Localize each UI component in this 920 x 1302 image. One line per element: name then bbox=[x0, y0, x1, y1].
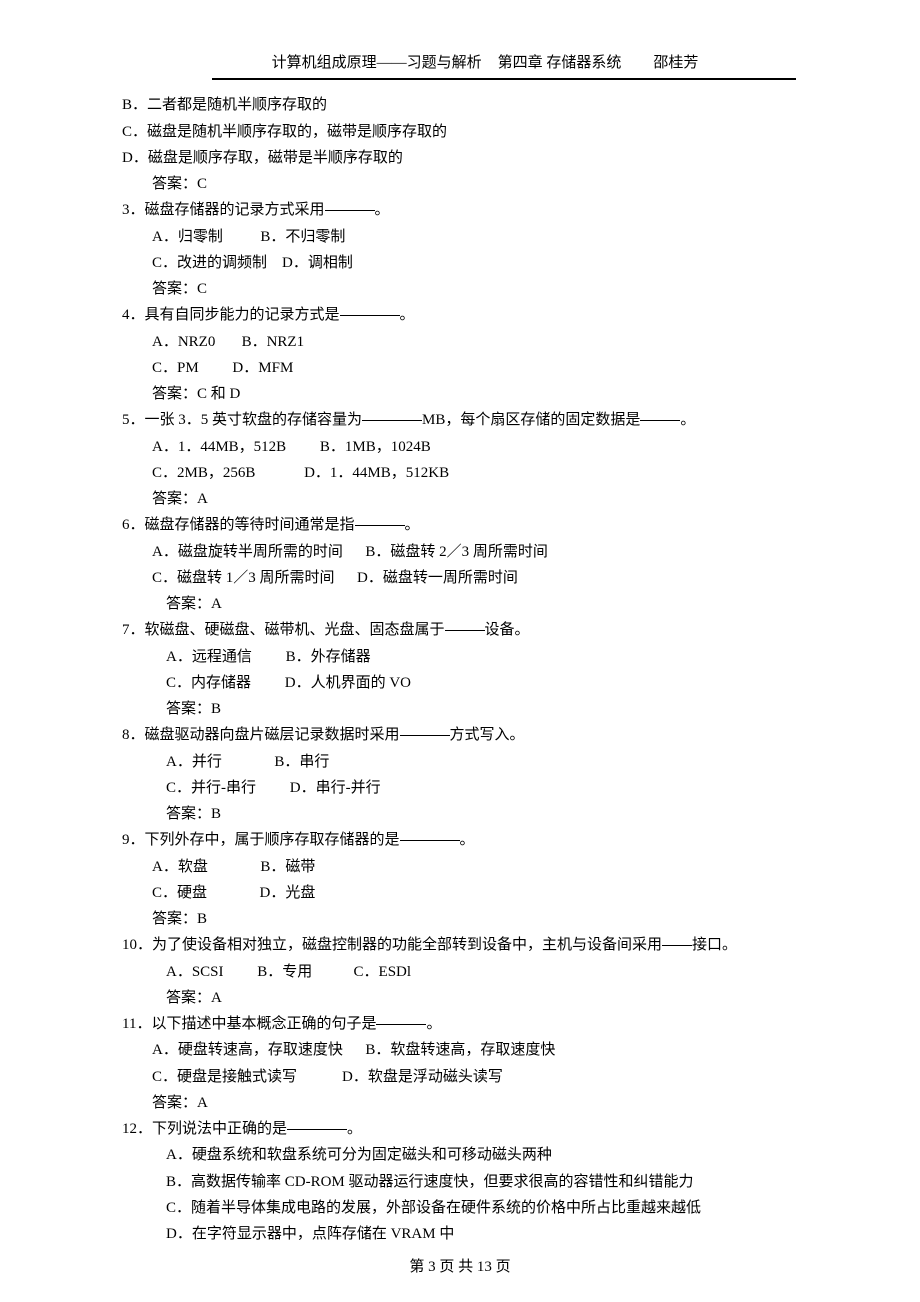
q7-stem: 7．软磁盘、硬磁盘、磁带机、光盘、固态盘属于 设备。 bbox=[122, 617, 798, 643]
q12-option-a: A．硬盘系统和软盘系统可分为固定磁头和可移动磁头两种 bbox=[122, 1142, 798, 1168]
q7-options-row1: A．远程通信 B．外存储器 bbox=[122, 644, 798, 670]
q11-stem-a: 11．以下描述中基本概念正确的句子是 bbox=[122, 1016, 376, 1032]
q9-options-row2: C．硬盘 D．光盘 bbox=[122, 880, 798, 906]
blank bbox=[325, 195, 375, 211]
prev-option-c: C．磁盘是随机半顺序存取的，磁带是顺序存取的 bbox=[122, 119, 798, 145]
blank bbox=[355, 510, 405, 526]
q6-stem-b: 。 bbox=[405, 517, 420, 533]
footer-mid: 页 共 bbox=[439, 1259, 473, 1275]
q5-stem-a: 5．一张 3．5 英寸软盘的存储容量为 bbox=[122, 412, 362, 428]
q8-stem-a: 8．磁盘驱动器向盘片磁层记录数据时采用 bbox=[122, 727, 400, 743]
q7-options-row2: C．内存储器 D．人机界面的 VO bbox=[122, 670, 798, 696]
q4-answer: 答案：C 和 D bbox=[122, 381, 798, 407]
book-title: 计算机组成原理——习题与解析 bbox=[272, 55, 482, 71]
blank bbox=[287, 1114, 347, 1130]
q3-answer: 答案：C bbox=[122, 276, 798, 302]
q10-answer: 答案：A bbox=[122, 985, 798, 1011]
q6-options-row1: A．磁盘旋转半周所需的时间 B．磁盘转 2／3 周所需时间 bbox=[122, 539, 798, 565]
q4-stem: 4．具有自同步能力的记录方式是 。 bbox=[122, 302, 798, 328]
blank bbox=[376, 1009, 426, 1025]
q10-stem: 10．为了使设备相对独立，磁盘控制器的功能全部转到设备中，主机与设备间采用 接口。 bbox=[122, 932, 798, 958]
page: 计算机组成原理——习题与解析第四章 存储器系统 邵桂芳 B．二者都是随机半顺序存取… bbox=[0, 0, 920, 1302]
q11-stem-b: 。 bbox=[426, 1016, 441, 1032]
q7-answer: 答案：B bbox=[122, 696, 798, 722]
footer-suffix: 页 bbox=[496, 1259, 511, 1275]
q9-options-row1: A．软盘 B．磁带 bbox=[122, 854, 798, 880]
q6-options-row2: C．磁盘转 1／3 周所需时间 D．磁盘转一周所需时间 bbox=[122, 565, 798, 591]
author-name: 邵桂芳 bbox=[653, 55, 698, 71]
q3-options-row2: C．改进的调频制 D．调相制 bbox=[122, 250, 798, 276]
q4-stem-b: 。 bbox=[400, 307, 415, 323]
q5-stem-b: MB，每个扇区存储的固定数据是 bbox=[422, 412, 640, 428]
q11-answer: 答案：A bbox=[122, 1090, 798, 1116]
chapter-title: 第四章 存储器系统 bbox=[498, 55, 622, 71]
blank bbox=[662, 930, 692, 946]
q3-options-row1: A．归零制 B．不归零制 bbox=[122, 224, 798, 250]
blank bbox=[362, 405, 422, 421]
q8-stem-b: 方式写入。 bbox=[450, 727, 525, 743]
q9-answer: 答案：B bbox=[122, 906, 798, 932]
page-footer: 第 3 页 共 13 页 bbox=[0, 1254, 920, 1280]
q12-stem-b: 。 bbox=[347, 1121, 362, 1137]
q11-stem: 11．以下描述中基本概念正确的句子是 。 bbox=[122, 1011, 798, 1037]
q10-options-row1: A．SCSI B．专用 C．ESDl bbox=[122, 959, 798, 985]
footer-page-cur: 3 bbox=[428, 1259, 436, 1275]
prev-option-d: D．磁盘是顺序存取，磁带是半顺序存取的 bbox=[122, 145, 798, 171]
q8-stem: 8．磁盘驱动器向盘片磁层记录数据时采用 方式写入。 bbox=[122, 722, 798, 748]
q12-option-d: D．在字符显示器中，点阵存储在 VRAM 中 bbox=[122, 1221, 798, 1247]
prev-option-b: B．二者都是随机半顺序存取的 bbox=[122, 92, 798, 118]
q5-options-row2: C．2MB，256B D．1．44MB，512KB bbox=[122, 460, 798, 486]
header-line: 计算机组成原理——习题与解析第四章 存储器系统 邵桂芳 bbox=[272, 50, 699, 76]
q5-stem-c: 。 bbox=[680, 412, 695, 428]
q4-options-row2: C．PM D．MFM bbox=[122, 355, 798, 381]
q6-stem: 6．磁盘存储器的等待时间通常是指 。 bbox=[122, 512, 798, 538]
q11-options-row2: C．硬盘是接触式读写 D．软盘是浮动磁头读写 bbox=[122, 1064, 798, 1090]
footer-prefix: 第 bbox=[409, 1259, 424, 1275]
page-header: 计算机组成原理——习题与解析第四章 存储器系统 邵桂芳 bbox=[170, 50, 800, 76]
q12-option-c: C．随着半导体集成电路的发展，外部设备在硬件系统的价格中所占比重越来越低 bbox=[122, 1195, 798, 1221]
q10-stem-a: 10．为了使设备相对独立，磁盘控制器的功能全部转到设备中，主机与设备间采用 bbox=[122, 937, 662, 953]
q12-stem: 12．下列说法中正确的是 。 bbox=[122, 1116, 798, 1142]
q8-options-row2: C．并行-串行 D．串行-并行 bbox=[122, 775, 798, 801]
blank bbox=[640, 405, 680, 421]
q9-stem-a: 9．下列外存中，属于顺序存取存储器的是 bbox=[122, 832, 400, 848]
content-body: B．二者都是随机半顺序存取的 C．磁盘是随机半顺序存取的，磁带是顺序存取的 D．… bbox=[120, 92, 800, 1247]
q3-stem-a: 3．磁盘存储器的记录方式采用 bbox=[122, 202, 325, 218]
q4-stem-a: 4．具有自同步能力的记录方式是 bbox=[122, 307, 340, 323]
q3-stem: 3．磁盘存储器的记录方式采用 。 bbox=[122, 197, 798, 223]
prev-answer: 答案：C bbox=[122, 171, 798, 197]
q8-answer: 答案：B bbox=[122, 801, 798, 827]
q5-answer: 答案：A bbox=[122, 486, 798, 512]
blank bbox=[400, 720, 450, 736]
q11-options-row1: A．硬盘转速高，存取速度快 B．软盘转速高，存取速度快 bbox=[122, 1037, 798, 1063]
q12-option-b: B．高数据传输率 CD-ROM 驱动器运行速度快，但要求很高的容错性和纠错能力 bbox=[122, 1169, 798, 1195]
q5-stem: 5．一张 3．5 英寸软盘的存储容量为 MB，每个扇区存储的固定数据是 。 bbox=[122, 407, 798, 433]
q5-options-row1: A．1．44MB，512B B．1MB，1024B bbox=[122, 434, 798, 460]
q8-options-row1: A．并行 B．串行 bbox=[122, 749, 798, 775]
header-underline bbox=[212, 78, 796, 80]
blank bbox=[400, 825, 460, 841]
q10-stem-b: 接口。 bbox=[692, 937, 737, 953]
q4-options-row1: A．NRZ0 B．NRZ1 bbox=[122, 329, 798, 355]
q7-stem-b: 设备。 bbox=[485, 622, 530, 638]
footer-page-total: 13 bbox=[477, 1259, 492, 1275]
q9-stem-b: 。 bbox=[460, 832, 475, 848]
q9-stem: 9．下列外存中，属于顺序存取存储器的是 。 bbox=[122, 827, 798, 853]
q7-stem-a: 7．软磁盘、硬磁盘、磁带机、光盘、固态盘属于 bbox=[122, 622, 445, 638]
q3-stem-b: 。 bbox=[375, 202, 390, 218]
q6-stem-a: 6．磁盘存储器的等待时间通常是指 bbox=[122, 517, 355, 533]
q6-answer: 答案：A bbox=[122, 591, 798, 617]
blank bbox=[445, 615, 485, 631]
q12-stem-a: 12．下列说法中正确的是 bbox=[122, 1121, 287, 1137]
blank bbox=[340, 300, 400, 316]
